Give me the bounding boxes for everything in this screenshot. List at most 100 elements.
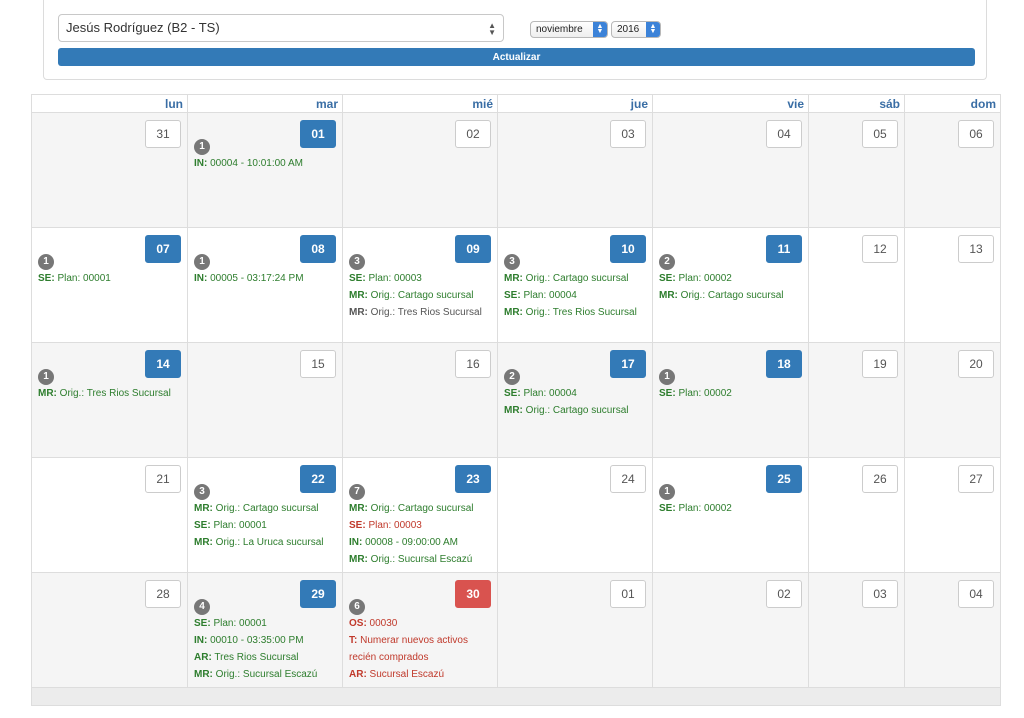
event-item[interactable]: SE: Plan: 00003	[349, 517, 495, 534]
calendar-day-cell[interactable]: 25 1 SE: Plan: 00002	[652, 458, 808, 572]
event-item[interactable]: SE: Plan: 00001	[194, 517, 340, 534]
day-number[interactable]: 04	[766, 120, 802, 148]
event-item[interactable]: MR: Orig.: Tres Rios Sucursal	[349, 304, 495, 321]
event-item[interactable]: SE: Plan: 00001	[194, 615, 340, 632]
day-number[interactable]: 03	[610, 120, 646, 148]
event-item[interactable]: OS: 00030	[349, 615, 495, 632]
day-number[interactable]: 28	[145, 580, 181, 608]
day-number[interactable]: 23	[455, 465, 491, 493]
event-item[interactable]: T: Numerar nuevos activos recién comprad…	[349, 632, 495, 666]
day-number[interactable]: 24	[610, 465, 646, 493]
day-number[interactable]: 18	[766, 350, 802, 378]
event-item[interactable]: MR: Orig.: Cartago sucursal	[349, 500, 495, 517]
calendar-day-cell[interactable]: 04	[652, 113, 808, 227]
day-number[interactable]: 19	[862, 350, 898, 378]
event-item[interactable]: SE: Plan: 00001	[38, 270, 185, 287]
calendar-day-cell[interactable]: 03	[497, 113, 652, 227]
day-number[interactable]: 10	[610, 235, 646, 263]
calendar-day-cell[interactable]: 19	[808, 343, 904, 457]
event-item[interactable]: IN: 00008 - 09:00:00 AM	[349, 534, 495, 551]
day-number[interactable]: 20	[958, 350, 994, 378]
day-number[interactable]: 07	[145, 235, 181, 263]
calendar-day-cell[interactable]: 05	[808, 113, 904, 227]
calendar-day-cell[interactable]: 12	[808, 228, 904, 342]
calendar-day-cell[interactable]: 02	[652, 573, 808, 687]
day-number[interactable]: 03	[862, 580, 898, 608]
calendar-day-cell[interactable]: 29 4 SE: Plan: 00001 IN: 00010 - 03:35:00 P…	[187, 573, 342, 687]
calendar-day-cell[interactable]: 08 1 IN: 00005 - 03:17:24 PM	[187, 228, 342, 342]
calendar-day-cell[interactable]: 16	[342, 343, 497, 457]
calendar-day-cell[interactable]: 17 2 SE: Plan: 00004 MR: Orig.: Cartago suc…	[497, 343, 652, 457]
day-number[interactable]: 16	[455, 350, 491, 378]
event-item[interactable]: MR: Orig.: Cartago sucursal	[349, 287, 495, 304]
day-number[interactable]: 26	[862, 465, 898, 493]
event-item[interactable]: MR: Orig.: Cartago sucursal	[194, 500, 340, 517]
day-number[interactable]: 01	[610, 580, 646, 608]
event-item[interactable]: SE: Plan: 00002	[659, 385, 806, 402]
event-item[interactable]: SE: Plan: 00002	[659, 270, 806, 287]
month-select[interactable]: noviembre ▲ ▼	[530, 21, 608, 38]
calendar-day-cell[interactable]: 27	[904, 458, 1000, 572]
event-item[interactable]: IN: 00005 - 03:17:24 PM	[194, 270, 340, 287]
day-number[interactable]: 22	[300, 465, 336, 493]
calendar-day-cell[interactable]: 03	[808, 573, 904, 687]
day-number[interactable]: 01	[300, 120, 336, 148]
calendar-day-cell[interactable]: 26	[808, 458, 904, 572]
day-number[interactable]: 02	[766, 580, 802, 608]
calendar-day-cell[interactable]: 23 7 MR: Orig.: Cartago sucursal SE: Plan: …	[342, 458, 497, 572]
calendar-day-cell[interactable]: 07 1 SE: Plan: 00001	[32, 228, 187, 342]
calendar-day-cell[interactable]: 24	[497, 458, 652, 572]
calendar-day-cell[interactable]: 04	[904, 573, 1000, 687]
user-select[interactable]: Jesús Rodríguez (B2 - TS) ▲ ▼	[58, 14, 504, 42]
event-item[interactable]: AR: Sucursal Escazú	[349, 666, 495, 683]
day-number[interactable]: 29	[300, 580, 336, 608]
day-number[interactable]: 31	[145, 120, 181, 148]
calendar-day-cell[interactable]: 28	[32, 573, 187, 687]
event-item[interactable]: SE: Plan: 00002	[659, 500, 806, 517]
event-item[interactable]: MR: Orig.: Cartago sucursal	[504, 270, 650, 287]
event-item[interactable]: MR: Orig.: Cartago sucursal	[504, 402, 650, 419]
event-item[interactable]: IN: 00010 - 03:35:00 PM	[194, 632, 340, 649]
day-number[interactable]: 09	[455, 235, 491, 263]
calendar-day-cell[interactable]: 30 6 OS: 00030 T: Numerar nuevos activos re…	[342, 573, 497, 687]
calendar-day-cell[interactable]: 20	[904, 343, 1000, 457]
calendar-day-cell[interactable]: 01 1 IN: 00004 - 10:01:00 AM	[187, 113, 342, 227]
calendar-day-cell[interactable]: 06	[904, 113, 1000, 227]
calendar-day-cell[interactable]: 14 1 MR: Orig.: Tres Rios Sucursal	[32, 343, 187, 457]
calendar-day-cell[interactable]: 11 2 SE: Plan: 00002 MR: Orig.: Cartago suc…	[652, 228, 808, 342]
event-item[interactable]: MR: Orig.: La Uruca sucursal	[194, 534, 340, 551]
update-button[interactable]: Actualizar	[58, 48, 975, 66]
event-item[interactable]: AR: Tres Rios Sucursal	[194, 649, 340, 666]
day-number[interactable]: 13	[958, 235, 994, 263]
day-number[interactable]: 06	[958, 120, 994, 148]
calendar-day-cell[interactable]: 09 3 SE: Plan: 00003 MR: Orig.: Cartago suc…	[342, 228, 497, 342]
day-number[interactable]: 12	[862, 235, 898, 263]
year-select[interactable]: 2016 ▲ ▼	[611, 21, 661, 38]
day-number[interactable]: 02	[455, 120, 491, 148]
day-number[interactable]: 14	[145, 350, 181, 378]
calendar-day-cell[interactable]: 10 3 MR: Orig.: Cartago sucursal SE: Plan: …	[497, 228, 652, 342]
day-number[interactable]: 25	[766, 465, 802, 493]
day-number[interactable]: 21	[145, 465, 181, 493]
event-item[interactable]: IN: 00004 - 10:01:00 AM	[194, 155, 340, 172]
day-number[interactable]: 08	[300, 235, 336, 263]
event-item[interactable]: MR: Orig.: Cartago sucursal	[659, 287, 806, 304]
event-item[interactable]: MR: Orig.: Tres Rios Sucursal	[504, 304, 650, 321]
day-number[interactable]: 27	[958, 465, 994, 493]
day-number[interactable]: 11	[766, 235, 802, 263]
calendar-day-cell[interactable]: 21	[32, 458, 187, 572]
calendar-day-cell[interactable]: 22 3 MR: Orig.: Cartago sucursal SE: Plan: …	[187, 458, 342, 572]
event-item[interactable]: MR: Orig.: Tres Rios Sucursal	[38, 385, 185, 402]
calendar-day-cell[interactable]: 13	[904, 228, 1000, 342]
event-item[interactable]: SE: Plan: 00004	[504, 385, 650, 402]
calendar-day-cell[interactable]: 02	[342, 113, 497, 227]
calendar-day-cell[interactable]: 01	[497, 573, 652, 687]
calendar-day-cell[interactable]: 31	[32, 113, 187, 227]
event-item[interactable]: SE: Plan: 00004	[504, 287, 650, 304]
calendar-day-cell[interactable]: 18 1 SE: Plan: 00002	[652, 343, 808, 457]
day-number[interactable]: 17	[610, 350, 646, 378]
event-item[interactable]: MR: Orig.: Sucursal Escazú	[194, 666, 340, 683]
day-number[interactable]: 04	[958, 580, 994, 608]
day-number[interactable]: 05	[862, 120, 898, 148]
day-number[interactable]: 30	[455, 580, 491, 608]
